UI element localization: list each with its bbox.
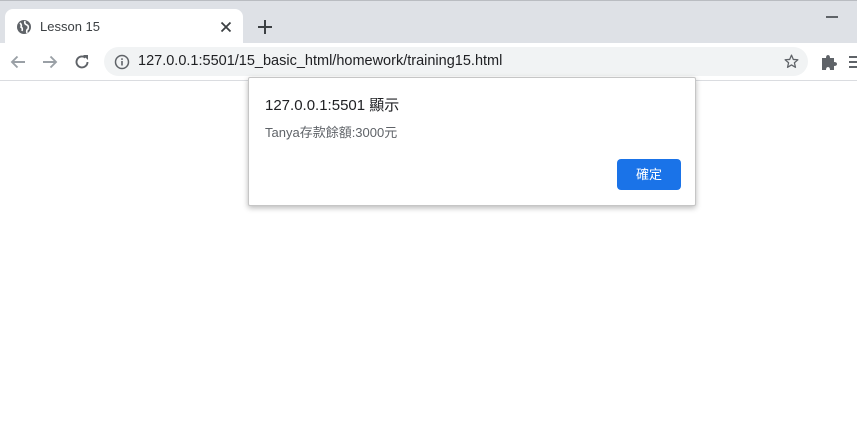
globe-icon xyxy=(17,20,31,34)
minimize-icon[interactable] xyxy=(826,16,838,18)
forward-arrow-icon[interactable] xyxy=(40,52,60,72)
address-bar[interactable]: 127.0.0.1:5501/15_basic_html/homework/tr… xyxy=(104,47,808,76)
browser-toolbar: 127.0.0.1:5501/15_basic_html/homework/tr… xyxy=(0,43,857,81)
alert-dialog: 127.0.0.1:5501 顯示 Tanya存款餘額:3000元 確定 xyxy=(248,77,696,206)
new-tab-icon[interactable] xyxy=(256,18,274,36)
extensions-puzzle-icon[interactable] xyxy=(820,53,838,71)
reload-icon[interactable] xyxy=(72,52,92,72)
close-tab-icon[interactable] xyxy=(217,18,235,36)
more-menu-icon[interactable] xyxy=(849,53,857,71)
tab-title: Lesson 15 xyxy=(40,19,100,34)
info-icon[interactable] xyxy=(114,54,130,70)
tab-strip: Lesson 15 xyxy=(0,0,857,44)
dialog-title: 127.0.0.1:5501 顯示 xyxy=(265,97,400,114)
bookmark-star-icon[interactable] xyxy=(783,53,800,70)
dialog-message: Tanya存款餘額:3000元 xyxy=(265,125,398,140)
ok-button[interactable]: 確定 xyxy=(617,159,681,190)
url-text[interactable]: 127.0.0.1:5501/15_basic_html/homework/tr… xyxy=(138,53,502,70)
back-arrow-icon[interactable] xyxy=(8,52,28,72)
tab-lesson-15[interactable]: Lesson 15 xyxy=(5,9,243,44)
